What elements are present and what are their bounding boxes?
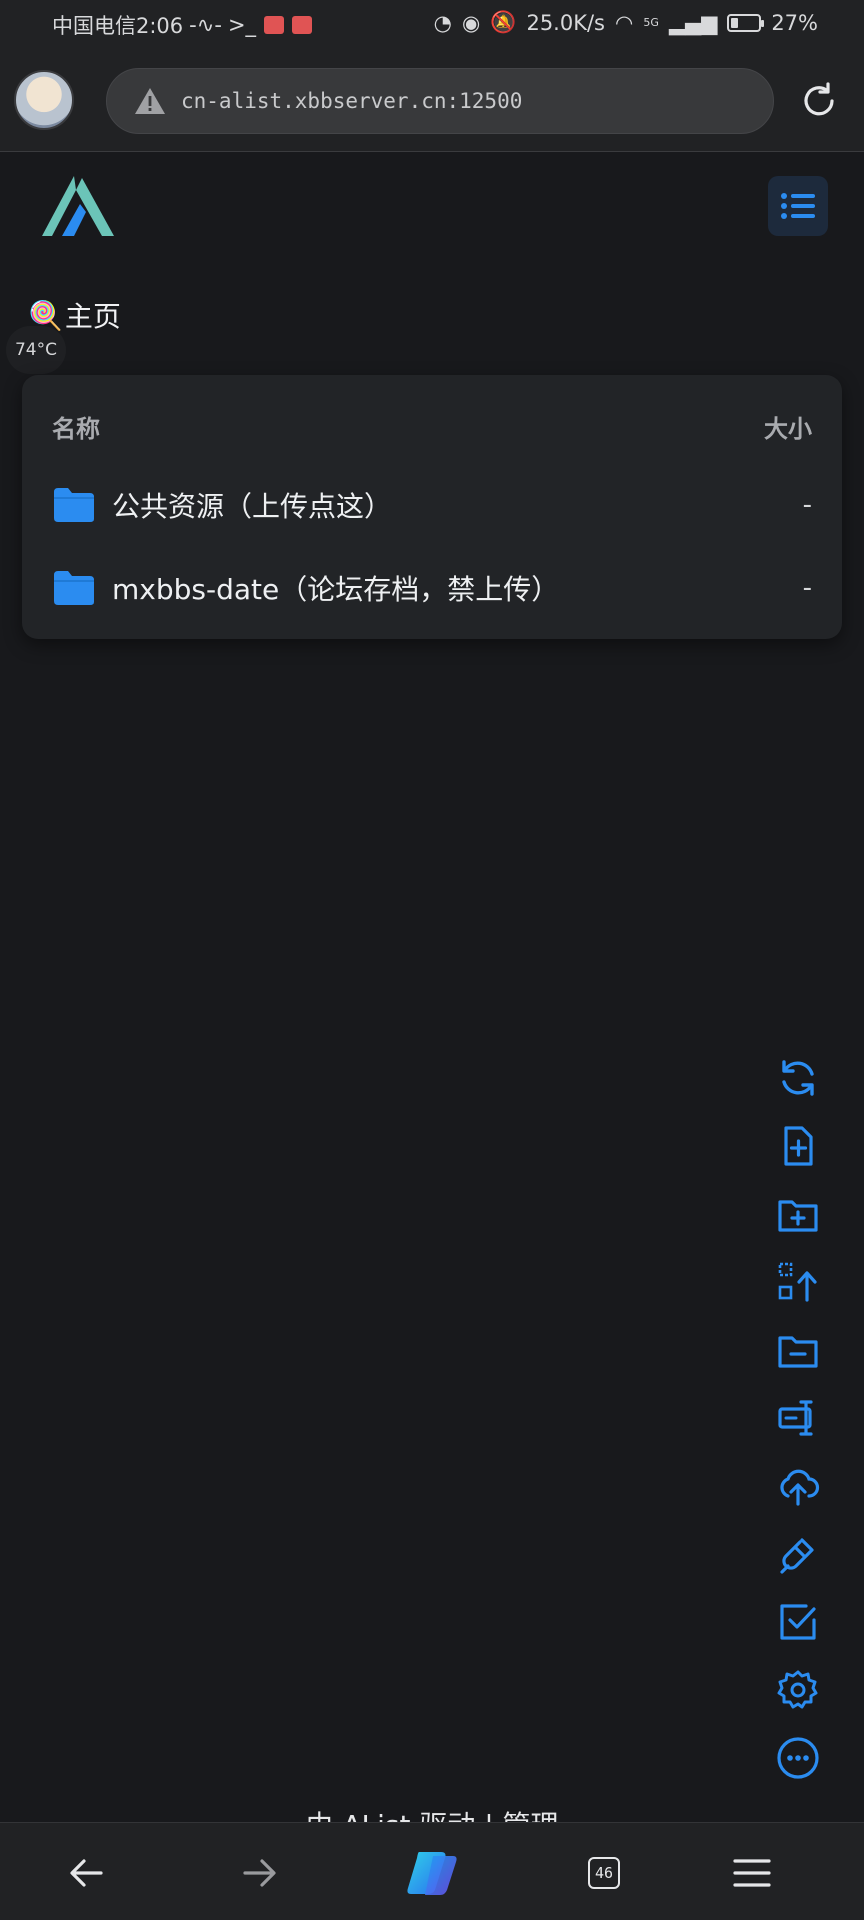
carrier-time: 中国电信2:06 (52, 14, 184, 38)
forward-button[interactable] (236, 1849, 284, 1897)
rename-button[interactable] (772, 1392, 824, 1444)
settings-button[interactable] (772, 1664, 824, 1716)
rename-icon (778, 1400, 813, 1436)
refresh-button[interactable] (772, 1052, 824, 1104)
address-bar[interactable]: cn-alist.xbbserver.cn:12500 (106, 68, 774, 134)
alist-logo[interactable] (38, 172, 118, 242)
breadcrumb-home[interactable]: 主页 (65, 295, 121, 335)
list-item[interactable]: mxbbs-date（论坛存档，禁上传） - (22, 548, 842, 628)
new-file-icon (784, 1126, 813, 1166)
folder-icon (54, 488, 94, 522)
warning-icon[interactable] (133, 86, 167, 116)
file-name[interactable]: mxbbs-date（论坛存档，禁上传） (112, 568, 559, 608)
reload-icon[interactable] (800, 82, 838, 120)
terminal-icon: >_ (227, 13, 257, 37)
column-name[interactable]: 名称 (52, 409, 100, 444)
folder-minus-icon (778, 1336, 818, 1368)
status-bar: 中国电信2:06 -∿- >_ ◔ ◉ 🔕 25.0K/s ◠ 5G ▂▄▆ 2… (0, 0, 864, 48)
settings-icon (777, 1670, 818, 1709)
wifi-icon: ◠ (615, 10, 634, 35)
avatar[interactable] (14, 70, 74, 130)
copilot-button[interactable] (402, 1849, 462, 1897)
file-list-header: 名称 大小 (22, 375, 842, 453)
browser-nav-bar: 46 (0, 1822, 864, 1920)
battery-icon (727, 13, 765, 32)
notification-badge-icon (264, 16, 285, 34)
url-text[interactable]: cn-alist.xbbserver.cn:12500 (181, 89, 522, 113)
more-icon (777, 1737, 819, 1779)
list-icon (781, 193, 815, 219)
refresh-icon (782, 1060, 814, 1096)
more-button[interactable] (772, 1732, 824, 1784)
temperature-badge: 74°C (6, 326, 66, 374)
remove-folder-button[interactable] (772, 1324, 824, 1376)
new-folder-button[interactable] (772, 1188, 824, 1240)
tabs-button[interactable]: 46 (580, 1849, 628, 1897)
back-button[interactable] (62, 1849, 110, 1897)
checkbox-icon (780, 1604, 816, 1640)
link-icon (780, 1538, 814, 1574)
file-size: - (802, 573, 812, 603)
new-file-button[interactable] (772, 1120, 824, 1172)
folder-icon (54, 571, 94, 605)
batch-select-icon (778, 1262, 817, 1302)
tasks-button[interactable] (772, 1596, 824, 1648)
list-item[interactable]: 公共资源（上传点这） - (22, 465, 842, 545)
column-size[interactable]: 大小 (764, 409, 812, 444)
battery-level-fill (731, 17, 739, 28)
copilot-icon (407, 1852, 457, 1895)
status-left: 中国电信2:06 -∿- >_ (52, 10, 313, 40)
menu-button[interactable] (768, 176, 828, 236)
activity-icon: -∿- (189, 13, 222, 37)
file-list: 名称 大小 公共资源（上传点这） - mxbbs-date（论坛存档，禁上传） … (22, 375, 842, 639)
footer-text[interactable]: 由 AList 驱动 | 管理 (0, 1804, 864, 1822)
arrow-left-icon (70, 1859, 103, 1887)
new-folder-icon (778, 1200, 818, 1232)
signal-icon: ▂▄▆ (668, 10, 718, 35)
notification-badge-icon (292, 16, 313, 34)
battery-level: 27% (771, 10, 818, 35)
hamburger-icon (733, 1859, 771, 1887)
network-type: 5G (643, 16, 659, 29)
upload-button[interactable] (772, 1460, 824, 1512)
file-size: - (802, 490, 812, 520)
upload-cloud-icon (780, 1469, 820, 1506)
status-right: ◔ ◉ 🔕 25.0K/s ◠ 5G ▂▄▆ 27% (434, 10, 818, 35)
arrow-right-icon (243, 1859, 276, 1887)
menu-button[interactable] (728, 1849, 776, 1897)
file-name[interactable]: 公共资源（上传点这） (112, 485, 392, 525)
batch-select-button[interactable] (772, 1256, 824, 1308)
offline-download-button[interactable] (772, 1528, 824, 1580)
browser-toolbar: cn-alist.xbbserver.cn:12500 (0, 48, 864, 152)
network-speed: 25.0K/s (526, 10, 605, 35)
tabs-count[interactable]: 46 (588, 1857, 620, 1889)
speedometer-icon: ◔ (433, 10, 452, 35)
bell-muted-icon: 🔕 (490, 10, 517, 34)
eye-icon: ◉ (461, 10, 481, 35)
